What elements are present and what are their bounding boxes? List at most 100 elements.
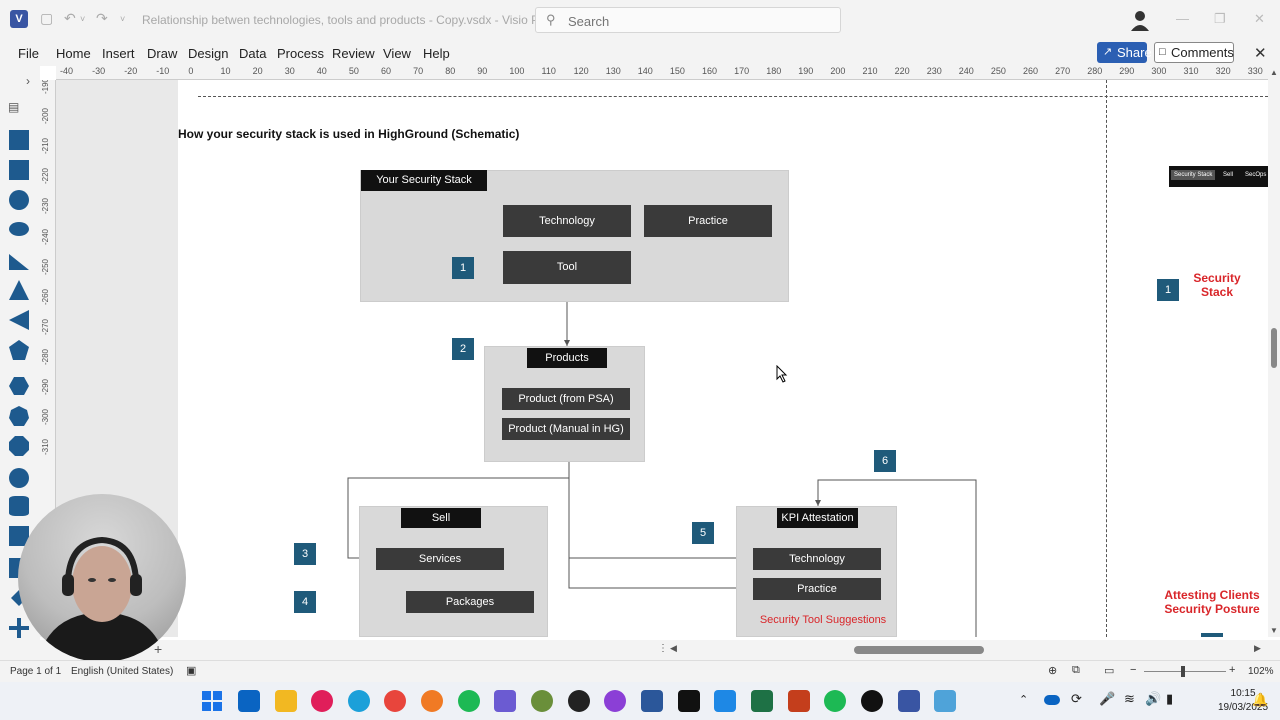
powerpoint-icon[interactable] <box>788 690 810 712</box>
menu-file[interactable]: File <box>18 46 39 61</box>
kpi-attestation-header[interactable]: KPI Attestation <box>777 508 858 528</box>
sell-header[interactable]: Sell <box>401 508 481 528</box>
notepad-icon[interactable] <box>714 690 736 712</box>
tray-overflow-icon[interactable]: ⌃ <box>1019 693 1028 706</box>
security-tool-suggestions[interactable]: Security Tool Suggestions <box>746 614 900 626</box>
menu-review[interactable]: Review <box>332 46 375 61</box>
step-badge-3[interactable]: 3 <box>294 543 316 565</box>
maximize-icon[interactable]: ❐ <box>1214 11 1226 27</box>
step-badge-1[interactable]: 1 <box>452 257 474 279</box>
scroll-right-icon[interactable]: ▶ <box>1254 643 1261 654</box>
step-badge-6[interactable]: 6 <box>874 450 896 472</box>
left-triangle-shape-icon[interactable] <box>9 310 29 330</box>
kpi-technology-node[interactable]: Technology <box>753 548 881 570</box>
drawing-page[interactable] <box>178 80 1268 637</box>
preview-tab-secops[interactable]: SecOps <box>1245 172 1266 178</box>
splitter-icon[interactable]: ⋮ <box>658 643 668 654</box>
step-badge-5[interactable]: 5 <box>692 522 714 544</box>
step-badge-2[interactable]: 2 <box>452 338 474 360</box>
menu-design[interactable]: Design <box>188 46 228 61</box>
presentation-mode-icon[interactable]: ▭ <box>1104 664 1114 677</box>
firefox-icon[interactable] <box>421 690 443 712</box>
slack-icon[interactable] <box>311 690 333 712</box>
horizontal-scroll-thumb[interactable] <box>854 646 984 654</box>
minimize-icon[interactable]: — <box>1176 11 1189 26</box>
rectangle-shape-icon[interactable] <box>9 130 29 150</box>
outlook-icon[interactable] <box>238 690 260 712</box>
menu-home[interactable]: Home <box>56 46 91 61</box>
pentagon-shape-icon[interactable] <box>9 340 29 360</box>
teams-alt-icon[interactable] <box>604 690 626 712</box>
word-icon[interactable] <box>641 690 663 712</box>
preview-tab-sell[interactable]: Sell <box>1223 172 1233 178</box>
hexagon-shape-icon[interactable] <box>9 376 29 396</box>
zoom-slider-thumb[interactable] <box>1181 666 1185 677</box>
comments-button[interactable]: □ Comments <box>1154 42 1234 63</box>
zoom-level[interactable]: 102% <box>1248 666 1274 677</box>
security-stack-header[interactable]: Your Security Stack <box>361 170 487 191</box>
zoom-slider[interactable] <box>1144 671 1226 672</box>
chatgpt-icon[interactable] <box>568 690 590 712</box>
add-page-icon[interactable]: + <box>154 641 162 657</box>
user-avatar[interactable] <box>1130 9 1150 31</box>
close-window-icon[interactable]: ✕ <box>1254 11 1265 27</box>
square-shape-icon[interactable] <box>9 160 29 180</box>
preview-tab-security-stack[interactable]: Security Stack <box>1171 170 1216 180</box>
expand-panel-icon[interactable]: › <box>26 74 30 88</box>
excel-icon[interactable] <box>751 690 773 712</box>
scroll-down-icon[interactable]: ▼ <box>1270 626 1278 635</box>
rm-app-icon[interactable] <box>531 690 553 712</box>
tool-node[interactable]: Tool <box>503 251 631 284</box>
menu-draw[interactable]: Draw <box>147 46 177 61</box>
right-step-badge-1[interactable]: 1 <box>1157 279 1179 301</box>
wifi-icon[interactable]: ≋ <box>1124 691 1135 707</box>
circle-shape-icon[interactable] <box>9 190 29 210</box>
drawing-canvas[interactable]: How your security stack is used in HighG… <box>56 80 1268 637</box>
product-psa-node[interactable]: Product (from PSA) <box>502 388 630 410</box>
technology-node[interactable]: Technology <box>503 205 631 237</box>
practice-node[interactable]: Practice <box>644 205 772 237</box>
right-triangle-shape-icon[interactable] <box>9 250 29 270</box>
snipping-tool-icon[interactable] <box>934 690 956 712</box>
scroll-up-icon[interactable]: ▲ <box>1270 68 1278 77</box>
can-shape-icon[interactable] <box>9 496 29 516</box>
products-header[interactable]: Products <box>527 348 607 368</box>
menu-view[interactable]: View <box>383 46 411 61</box>
chrome-icon[interactable] <box>384 690 406 712</box>
cross-shape-icon[interactable] <box>9 618 29 638</box>
edge-icon[interactable] <box>348 690 370 712</box>
preview-tab-strip[interactable]: Security Stack Sell SecOps <box>1169 166 1268 187</box>
zoom-out-icon[interactable]: − <box>1130 664 1136 676</box>
spotify-alt-icon[interactable] <box>824 690 846 712</box>
file-explorer-icon[interactable] <box>275 690 297 712</box>
close-pane-icon[interactable]: ✕ <box>1254 44 1267 62</box>
search-box[interactable]: ⚲ <box>535 7 841 33</box>
packages-node[interactable]: Packages <box>406 591 534 613</box>
vertical-scroll-thumb[interactable] <box>1271 328 1277 368</box>
triangle-shape-icon[interactable] <box>9 280 29 300</box>
heptagon-shape-icon[interactable] <box>9 406 29 426</box>
menu-help[interactable]: Help <box>423 46 450 61</box>
decagon-shape-icon[interactable] <box>9 468 29 488</box>
pages-icon[interactable]: ▤ <box>8 100 19 114</box>
undo-dropdown-icon[interactable]: ˅ <box>80 14 85 24</box>
fit-page-icon[interactable]: ⊕ <box>1048 664 1057 677</box>
menu-data[interactable]: Data <box>239 46 266 61</box>
vertical-scrollbar[interactable]: ▲ ▼ <box>1268 66 1280 637</box>
ellipse-shape-icon[interactable] <box>9 222 29 236</box>
undo-icon[interactable]: ↶ <box>64 10 76 27</box>
microphone-icon[interactable]: 🎤 <box>1099 691 1115 707</box>
m-app-icon[interactable] <box>861 690 883 712</box>
security-stack-label[interactable]: Security Stack <box>1182 271 1252 299</box>
language-indicator[interactable]: English (United States) <box>71 666 173 677</box>
spotify-icon[interactable] <box>458 690 480 712</box>
capcut-icon[interactable] <box>678 690 700 712</box>
product-manual-node[interactable]: Product (Manual in HG) <box>502 418 630 440</box>
accessibility-icon[interactable]: ▣ <box>186 664 196 677</box>
sync-icon[interactable]: ⟳ <box>1071 691 1082 707</box>
share-button[interactable]: ↗ Share <box>1097 42 1152 63</box>
menu-process[interactable]: Process <box>277 46 324 61</box>
menu-insert[interactable]: Insert <box>102 46 135 61</box>
battery-icon[interactable]: ▮ <box>1166 691 1173 707</box>
notifications-icon[interactable]: 🔔 <box>1252 692 1268 708</box>
